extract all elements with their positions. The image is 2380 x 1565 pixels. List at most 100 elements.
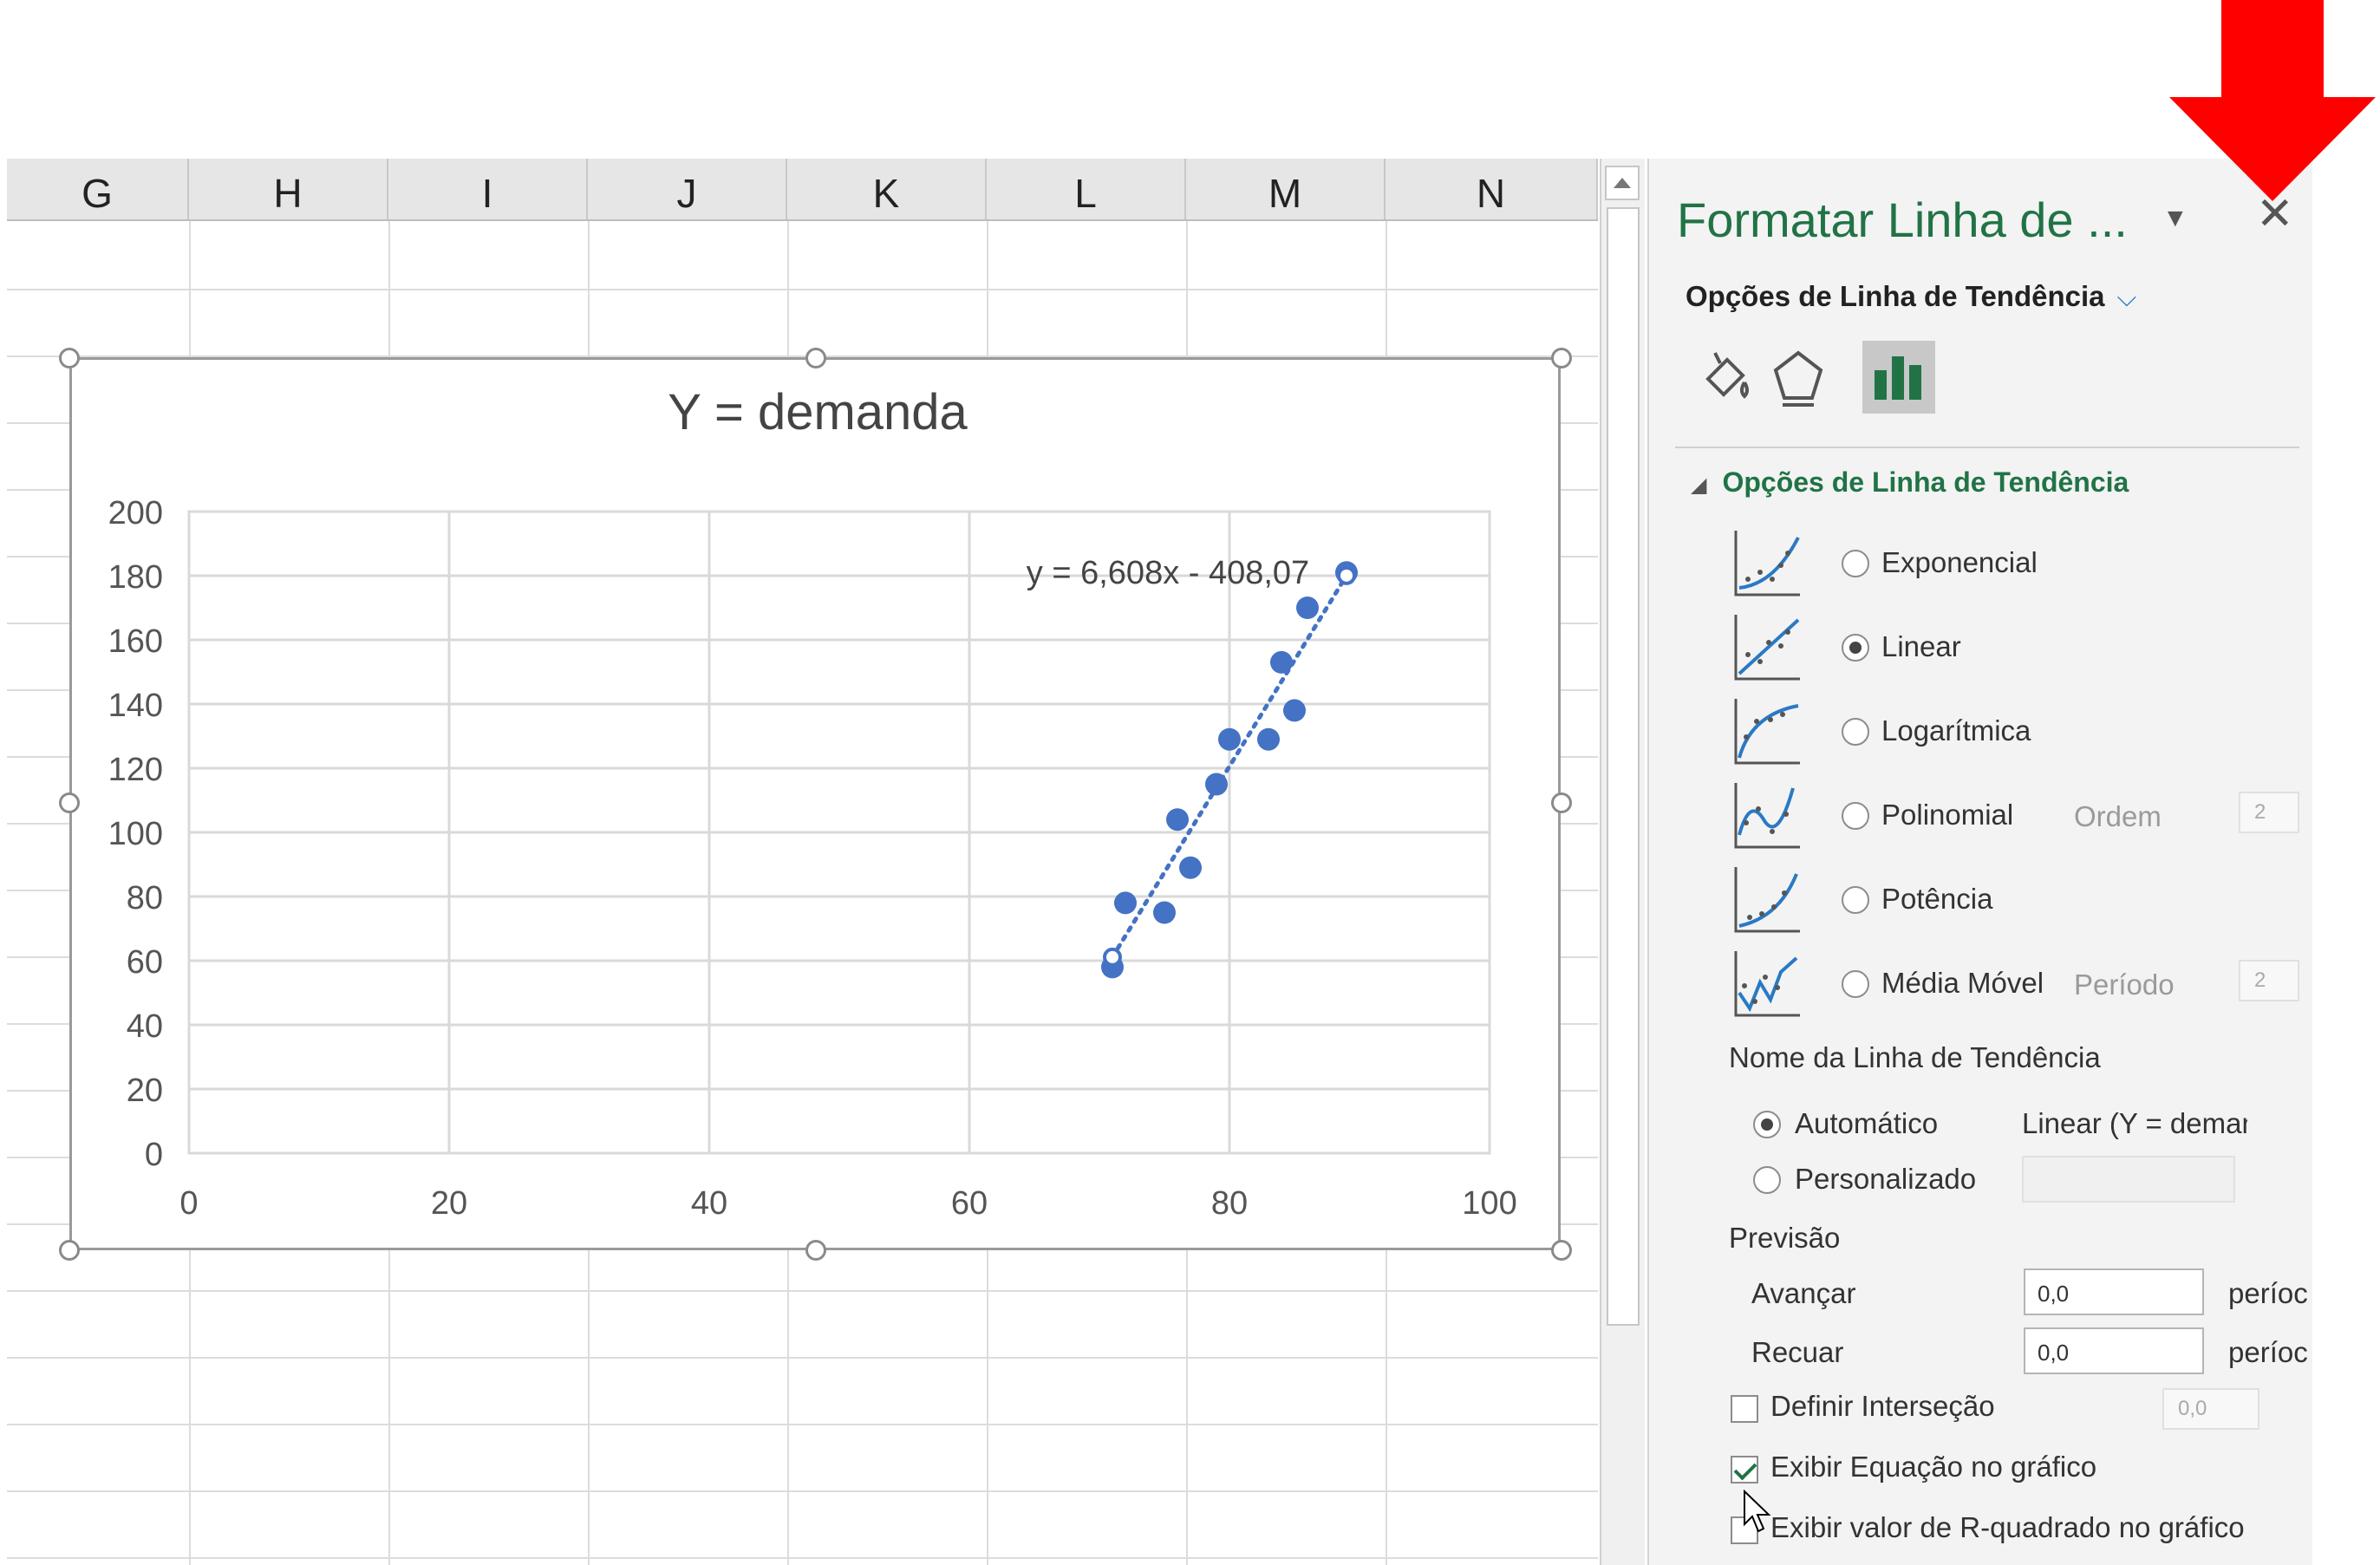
y-tick-label: 100 [108, 816, 163, 852]
scroll-thumb[interactable] [1607, 207, 1640, 1326]
column-header-k[interactable]: K [787, 159, 987, 219]
backward-input[interactable]: 0,0 [2024, 1327, 2204, 1374]
scatter-chart[interactable]: Y = demanda 0 20 40 60 80 100 120 140 160 180 200 0… [72, 360, 1558, 1248]
period-spinner[interactable]: 2 [2239, 960, 2299, 1001]
custom-name-input[interactable] [2022, 1156, 2235, 1203]
effects-tab[interactable] [1762, 341, 1835, 414]
chart-resize-handle-r[interactable] [1551, 792, 1572, 813]
chart-resize-handle-br[interactable] [1551, 1240, 1572, 1261]
linear-trend-icon [1734, 615, 1800, 681]
radio-logarithmic[interactable] [1842, 718, 1869, 746]
column-header-m[interactable]: M [1186, 159, 1386, 219]
chart-resize-handle-tl[interactable] [59, 348, 80, 368]
grid-row-line [7, 1490, 1598, 1492]
grid-row-line [7, 1424, 1598, 1425]
label-power[interactable]: Potência [1881, 883, 1992, 916]
trendline-selection-handle [1103, 947, 1122, 967]
label-linear[interactable]: Linear [1881, 630, 1961, 663]
column-header-j[interactable]: J [588, 159, 787, 219]
label-show-equation[interactable]: Exibir Equação no gráfico [1770, 1451, 2096, 1483]
label-exponential[interactable]: Exponencial [1881, 546, 2038, 579]
checkbox-set-intercept[interactable] [1731, 1395, 1758, 1423]
chart-resize-handle-tr[interactable] [1551, 348, 1572, 368]
fill-line-tab[interactable] [1689, 341, 1762, 414]
polynomial-trend-icon [1734, 783, 1800, 849]
column-header-n[interactable]: N [1386, 159, 1598, 219]
radio-exponential[interactable] [1842, 550, 1869, 577]
chart-resize-handle-l[interactable] [59, 792, 80, 813]
data-point [1205, 773, 1228, 796]
forward-unit: períoc [2228, 1277, 2308, 1309]
checkbox-show-equation[interactable] [1731, 1456, 1758, 1483]
data-point [1114, 891, 1137, 915]
grid-row-line [7, 1357, 1598, 1359]
radio-polynomial[interactable] [1842, 802, 1869, 830]
grid-row-line [7, 1557, 1598, 1559]
column-header-h[interactable]: H [189, 159, 388, 219]
column-header-g[interactable]: G [7, 159, 189, 219]
label-logarithmic[interactable]: Logarítmica [1881, 714, 2031, 747]
trendline-name-heading: Nome da Linha de Tendência [1729, 1041, 2101, 1073]
y-tick-label: 160 [108, 623, 163, 660]
grid-row-line [7, 1290, 1598, 1292]
radio-automatic[interactable] [1753, 1111, 1781, 1138]
chevron-down-icon: ⌵ [2116, 284, 2137, 312]
y-tick-label: 40 [127, 1008, 163, 1045]
label-moving-average[interactable]: Média Móvel [1881, 967, 2044, 1000]
scroll-up-button[interactable] [1605, 166, 1640, 200]
label-automatic[interactable]: Automático [1795, 1107, 1938, 1140]
pentagon-icon [1773, 350, 1823, 407]
y-tick-label: 200 [108, 495, 163, 531]
x-tick-label: 0 [179, 1185, 198, 1222]
red-down-arrow-icon [2169, 0, 2376, 201]
y-tick-label: 180 [108, 559, 163, 596]
trendline-options-tab[interactable] [1862, 341, 1935, 414]
tab-divider [1675, 447, 2299, 448]
label-polynomial[interactable]: Polinomial [1881, 799, 2013, 831]
spreadsheet[interactable]: G H I J K L M N Y = demanda 0 20 40 60 80 100… [0, 0, 1604, 1565]
y-tick-label: 0 [145, 1137, 163, 1173]
trendline-options-group-header[interactable]: ◢ Opções de Linha de Tendência [1691, 466, 2129, 499]
chart-area[interactable]: Y = demanda 0 20 40 60 80 100 120 140 160 180 200 0… [69, 357, 1561, 1250]
options-section-dropdown[interactable]: Opções de Linha de Tendência ⌵ [1686, 280, 2136, 313]
mouse-pointer-icon [1744, 1490, 1771, 1533]
chart-resize-handle-b[interactable] [805, 1240, 826, 1261]
vertical-scrollbar[interactable] [1600, 159, 1645, 1565]
x-tick-label: 80 [1211, 1185, 1248, 1222]
backward-label: Recuar [1751, 1336, 1844, 1368]
radio-linear[interactable] [1842, 634, 1869, 662]
chart-title[interactable]: Y = demanda [668, 384, 968, 440]
collapse-triangle-icon: ◢ [1691, 473, 1707, 497]
bar-chart-icon [1875, 356, 1921, 400]
data-point [1166, 808, 1189, 831]
format-trendline-pane: Formatar Linha de ... ▼ ✕ Opções de Linh… [1647, 159, 2312, 1565]
scroll-up-arrow-icon [1614, 178, 1631, 188]
x-tick-label: 20 [431, 1185, 467, 1222]
data-point [1218, 727, 1241, 751]
trendline-equation-label[interactable]: y = 6,608x - 408,07 [1027, 555, 1309, 591]
radio-custom[interactable] [1753, 1166, 1781, 1194]
column-header-l[interactable]: L [987, 159, 1186, 219]
chart-resize-handle-t[interactable] [805, 348, 826, 368]
order-label: Ordem [2074, 800, 2162, 832]
order-spinner[interactable]: 2 [2239, 792, 2299, 833]
pane-options-dropdown-icon[interactable]: ▼ [2162, 204, 2188, 233]
pane-title: Formatar Linha de ... [1677, 192, 2128, 247]
period-label: Período [2074, 968, 2175, 1001]
backward-unit: períoc [2228, 1336, 2308, 1368]
radio-power[interactable] [1842, 886, 1869, 914]
options-section-label: Opções de Linha de Tendência [1686, 280, 2105, 312]
y-tick-label: 140 [108, 688, 163, 724]
logarithmic-trend-icon [1734, 699, 1800, 765]
data-point [1153, 901, 1176, 924]
x-tick-label: 100 [1462, 1185, 1516, 1222]
forward-input[interactable]: 0,0 [2024, 1268, 2204, 1315]
chart-resize-handle-bl[interactable] [59, 1240, 80, 1261]
label-custom[interactable]: Personalizado [1795, 1163, 1976, 1196]
label-show-r-squared[interactable]: Exibir valor de R-quadrado no gráfico [1770, 1511, 2245, 1544]
label-set-intercept[interactable]: Definir Interseção [1770, 1390, 1995, 1423]
radio-moving-average[interactable] [1842, 970, 1869, 998]
data-point [1283, 699, 1306, 722]
column-header-i[interactable]: I [388, 159, 588, 219]
intercept-input[interactable]: 0,0 [2162, 1388, 2259, 1430]
